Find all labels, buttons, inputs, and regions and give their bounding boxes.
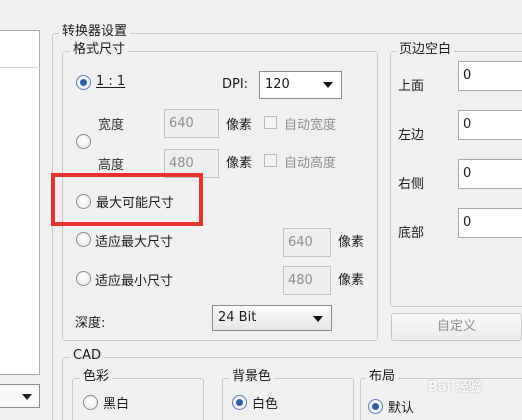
margin-right-label: 右侧 bbox=[398, 177, 425, 192]
margin-left-input[interactable]: 0 bbox=[458, 110, 522, 140]
chevron-down-icon bbox=[22, 394, 32, 400]
white-background-label: 白色 bbox=[252, 397, 279, 412]
default-layout-radio[interactable] bbox=[368, 399, 383, 414]
depth-label: 深度: bbox=[75, 316, 106, 331]
fit-max-unit: 像素 bbox=[338, 235, 365, 250]
file-list-header bbox=[0, 44, 40, 68]
fit-min-size-radio[interactable] bbox=[76, 271, 91, 286]
dpi-select[interactable]: 120 bbox=[259, 71, 342, 99]
converter-settings-title: 转换器设置 bbox=[59, 24, 131, 40]
fit-min-unit: 像素 bbox=[338, 273, 365, 288]
fit-max-size-label: 适应最大尺寸 bbox=[95, 235, 174, 250]
fit-min-input[interactable]: 480 bbox=[283, 266, 331, 295]
depth-select[interactable]: 24 Bit bbox=[212, 305, 332, 331]
chevron-down-icon bbox=[323, 82, 333, 88]
black-white-label: 黑白 bbox=[103, 397, 130, 412]
dpi-label: DPI: bbox=[222, 77, 249, 92]
fit-max-input[interactable]: 640 bbox=[283, 228, 331, 257]
depth-value: 24 Bit bbox=[218, 310, 257, 325]
margin-left-label: 左边 bbox=[398, 128, 425, 143]
page-margins-title: 页边空白 bbox=[396, 42, 455, 58]
auto-width-label: 自动宽度 bbox=[284, 118, 337, 133]
margin-top-input[interactable]: 0 bbox=[458, 61, 522, 91]
watermark: Bai 经验 bbox=[428, 380, 482, 395]
margin-bottom-label: 底部 bbox=[398, 226, 425, 241]
height-label: 高度 bbox=[98, 158, 125, 173]
left-dropdown[interactable] bbox=[0, 384, 40, 408]
cad-color-title: 色彩 bbox=[80, 369, 113, 385]
format-size-title: 格式尺寸 bbox=[70, 42, 129, 58]
custom-size-radio[interactable] bbox=[76, 134, 91, 149]
auto-height-label: 自动高度 bbox=[284, 156, 337, 171]
width-input[interactable]: 640 bbox=[164, 109, 219, 138]
highlight-box bbox=[51, 173, 203, 226]
margin-bottom-input[interactable]: 0 bbox=[458, 208, 522, 238]
black-white-radio[interactable] bbox=[83, 395, 98, 410]
width-label: 宽度 bbox=[98, 118, 125, 133]
cad-layout-title: 布局 bbox=[366, 369, 399, 385]
auto-width-checkbox[interactable] bbox=[264, 116, 277, 129]
ratio-1-1-label: 1 : 1 bbox=[96, 74, 126, 89]
width-unit: 像素 bbox=[226, 118, 253, 133]
file-list-panel[interactable] bbox=[0, 30, 40, 375]
margin-top-label: 上面 bbox=[398, 79, 425, 94]
height-unit: 像素 bbox=[226, 156, 253, 171]
dpi-value: 120 bbox=[265, 77, 290, 92]
default-layout-label: 默认 bbox=[388, 401, 415, 416]
auto-height-checkbox[interactable] bbox=[264, 154, 277, 167]
chevron-down-icon bbox=[313, 316, 323, 322]
fit-min-size-label: 适应最小尺寸 bbox=[95, 274, 174, 289]
cad-background-title: 背景色 bbox=[229, 369, 275, 385]
custom-margins-button[interactable]: 自定义 bbox=[391, 313, 522, 341]
ratio-1-1-radio[interactable] bbox=[76, 75, 91, 90]
fit-max-size-radio[interactable] bbox=[76, 232, 91, 247]
cad-title: CAD bbox=[70, 348, 104, 364]
white-background-radio[interactable] bbox=[232, 395, 247, 410]
margin-right-input[interactable]: 0 bbox=[458, 159, 522, 189]
